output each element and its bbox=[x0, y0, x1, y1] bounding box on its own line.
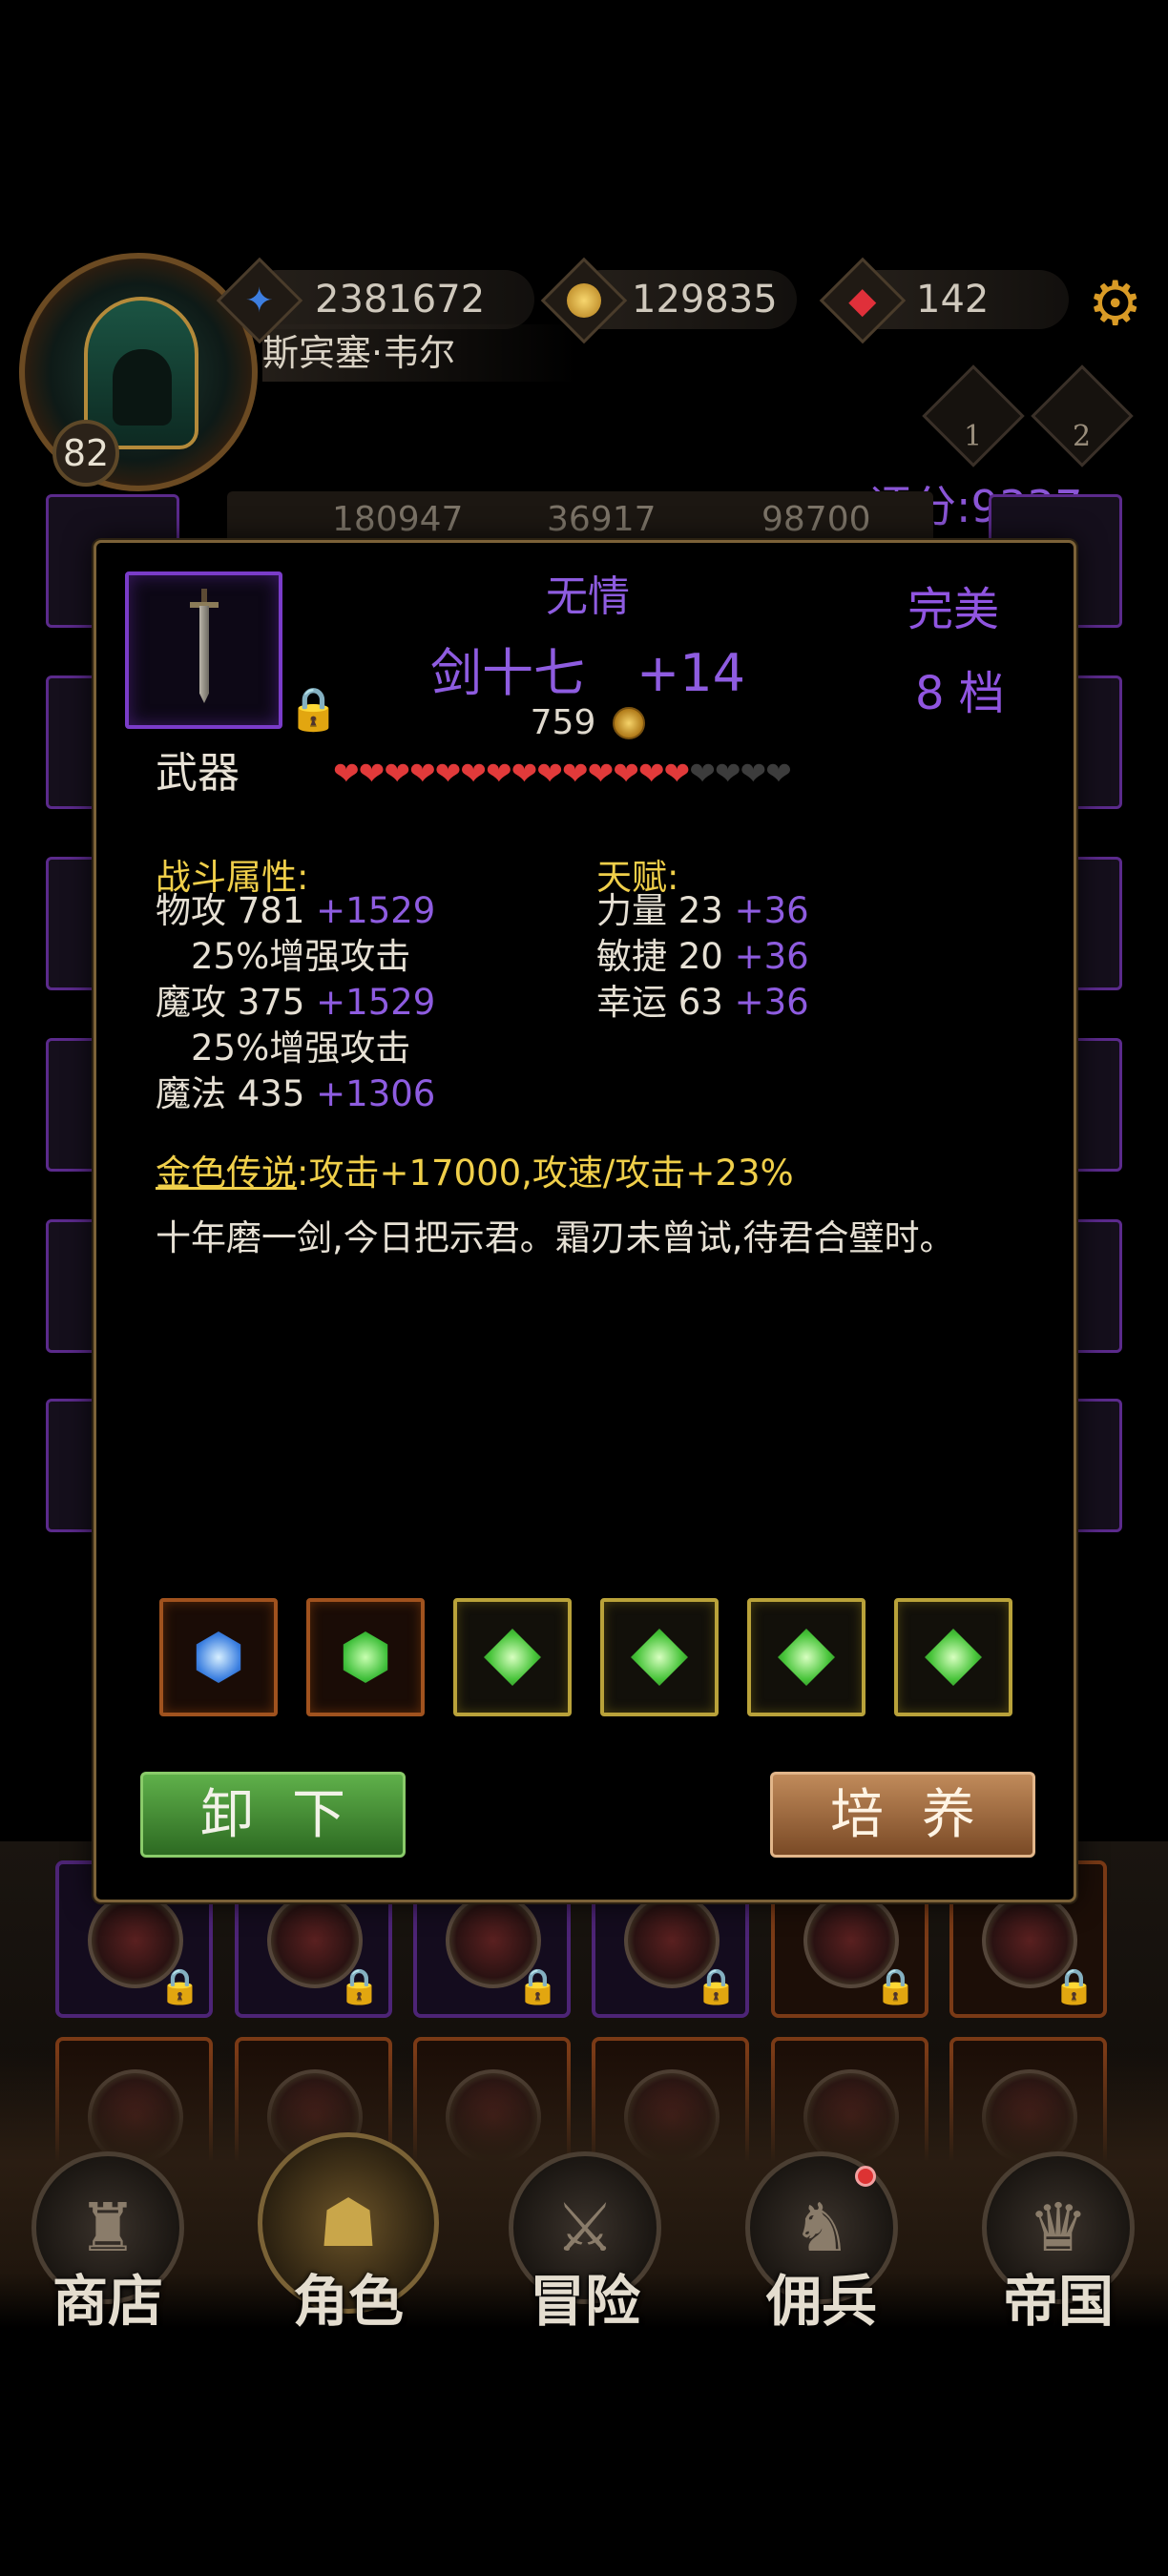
resource-crystal-value: 2381672 bbox=[315, 278, 486, 322]
stat-line: 25%增强攻击 bbox=[156, 1026, 435, 1071]
resource-gem-value: 142 bbox=[916, 278, 990, 322]
stat-line: 物攻 781 +1529 bbox=[156, 888, 435, 934]
heart-filled-icon: ❤ bbox=[384, 755, 410, 792]
heart-filled-icon: ❤ bbox=[333, 755, 360, 792]
nav-character[interactable]: ☗ 角色 bbox=[258, 2132, 439, 2334]
stat-base: 物攻 781 bbox=[156, 890, 317, 931]
gem-socket-1[interactable] bbox=[159, 1598, 278, 1716]
heart-filled-icon: ❤ bbox=[561, 755, 589, 792]
heart-empty-icon: ❤ bbox=[740, 755, 767, 792]
stat-line: 敏捷 20 +36 bbox=[596, 934, 809, 980]
stat-bonus: +36 bbox=[734, 982, 809, 1023]
resource-gold-value: 129835 bbox=[632, 278, 778, 322]
item-flavor-text: 十年磨一剑,今日把示君。霜刃未曾试,待君合璧时。 bbox=[156, 1217, 955, 1258]
stat-base: 幸运 63 bbox=[596, 982, 735, 1023]
talent-stats-list: 力量 23 +36 敏捷 20 +36 幸运 63 +36 bbox=[596, 888, 809, 1026]
gem-socket-2[interactable] bbox=[306, 1598, 425, 1716]
stat-bonus: +1306 bbox=[316, 1073, 436, 1114]
stat-base: 25%增强攻击 bbox=[156, 936, 411, 977]
heart-filled-icon: ❤ bbox=[358, 755, 386, 792]
nav-shop-label: 商店 bbox=[52, 2269, 163, 2334]
stat-base: 敏捷 20 bbox=[596, 936, 735, 977]
green-diamond-gem-icon bbox=[631, 1629, 688, 1686]
legendary-effect-text: :攻击+17000,攻速/攻击+23% bbox=[297, 1153, 794, 1194]
nav-empire-label: 帝国 bbox=[1002, 2269, 1114, 2334]
player-level-badge: 82 bbox=[52, 420, 119, 487]
stat-line: 25%增强攻击 bbox=[156, 934, 435, 980]
heart-filled-icon: ❤ bbox=[434, 755, 462, 792]
train-button[interactable]: 培养 bbox=[770, 1772, 1035, 1858]
nav-adventure[interactable]: ⚔ 冒险 bbox=[504, 2151, 666, 2334]
stat-line: 幸运 63 +36 bbox=[596, 980, 809, 1026]
enhance-hearts: ❤❤❤❤❤❤❤❤❤❤❤❤❤❤❤❤❤❤ bbox=[333, 755, 792, 792]
heart-filled-icon: ❤ bbox=[460, 755, 487, 792]
gem-socket-5[interactable] bbox=[747, 1598, 866, 1716]
item-slot-label: 武器 bbox=[156, 749, 240, 798]
unequip-button[interactable]: 卸下 bbox=[140, 1772, 406, 1858]
rank-two-label: 2 bbox=[1073, 420, 1092, 453]
stat-bonus: +36 bbox=[734, 936, 809, 977]
heart-filled-icon: ❤ bbox=[613, 755, 639, 792]
combat-stats-list: 物攻 781 +1529 25%增强攻击 魔攻 375 +1529 25%增强攻击… bbox=[156, 888, 435, 1117]
stat-bonus: +1529 bbox=[316, 982, 436, 1023]
heart-filled-icon: ❤ bbox=[587, 755, 615, 792]
nav-mercenary-label: 佣兵 bbox=[765, 2269, 877, 2334]
heart-empty-icon: ❤ bbox=[689, 755, 716, 792]
heart-filled-icon: ❤ bbox=[408, 755, 436, 792]
green-diamond-gem-icon bbox=[484, 1629, 541, 1686]
heart-filled-icon: ❤ bbox=[485, 755, 512, 792]
nav-shop[interactable]: ♜ 商店 bbox=[27, 2151, 189, 2334]
stat-base: 魔攻 375 bbox=[156, 982, 317, 1023]
stat-line: 力量 23 +36 bbox=[596, 888, 809, 934]
stat-bonus: +36 bbox=[734, 890, 809, 931]
stat-base: 力量 23 bbox=[596, 890, 735, 931]
rank-one-label: 1 bbox=[964, 420, 983, 453]
item-quality: 完美 bbox=[907, 583, 1000, 636]
nav-empire[interactable]: ♛ 帝国 bbox=[977, 2151, 1139, 2334]
stat-bonus: +1529 bbox=[316, 890, 436, 931]
green-diamond-gem-icon bbox=[925, 1629, 982, 1686]
legendary-effect: 金色传说:攻击+17000,攻速/攻击+23% bbox=[156, 1144, 794, 1195]
heart-filled-icon: ❤ bbox=[511, 755, 538, 792]
stat-line: 魔攻 375 +1529 bbox=[156, 980, 435, 1026]
item-grade: 8 档 bbox=[915, 667, 1005, 720]
green-diamond-gem-icon bbox=[778, 1629, 835, 1686]
heart-empty-icon: ❤ bbox=[765, 755, 792, 792]
stat-base: 25%增强攻击 bbox=[156, 1028, 411, 1069]
player-name: 斯宾塞·韦尔 bbox=[262, 324, 577, 382]
stat-line: 魔法 435 +1306 bbox=[156, 1071, 435, 1117]
nav-adventure-label: 冒险 bbox=[529, 2269, 640, 2334]
heart-filled-icon: ❤ bbox=[536, 755, 563, 792]
item-detail-popup: 🔒 武器 无情 剑十七 +14 759 完美 8 档 ❤❤❤❤❤❤❤❤❤❤❤❤❤… bbox=[94, 540, 1076, 1902]
heart-empty-icon: ❤ bbox=[714, 755, 741, 792]
gem-socket-3[interactable] bbox=[453, 1598, 572, 1716]
item-price-value: 759 bbox=[530, 703, 596, 742]
gem-socket-6[interactable] bbox=[894, 1598, 1012, 1716]
heart-filled-icon: ❤ bbox=[637, 755, 665, 792]
legendary-effect-label: 金色传说 bbox=[156, 1153, 297, 1194]
notification-dot bbox=[855, 2166, 876, 2187]
heart-filled-icon: ❤ bbox=[663, 755, 691, 792]
nav-character-label: 角色 bbox=[292, 2269, 404, 2334]
nav-mercenary[interactable]: ♞ 佣兵 bbox=[740, 2151, 903, 2334]
gold-coin-icon bbox=[613, 707, 646, 739]
stat-base: 魔法 435 bbox=[156, 1073, 317, 1114]
green-hex-gem-icon bbox=[343, 1631, 388, 1683]
settings-gear-icon[interactable]: ⚙ bbox=[1088, 269, 1142, 340]
blue-gem-icon bbox=[196, 1631, 241, 1683]
gem-socket-4[interactable] bbox=[600, 1598, 719, 1716]
